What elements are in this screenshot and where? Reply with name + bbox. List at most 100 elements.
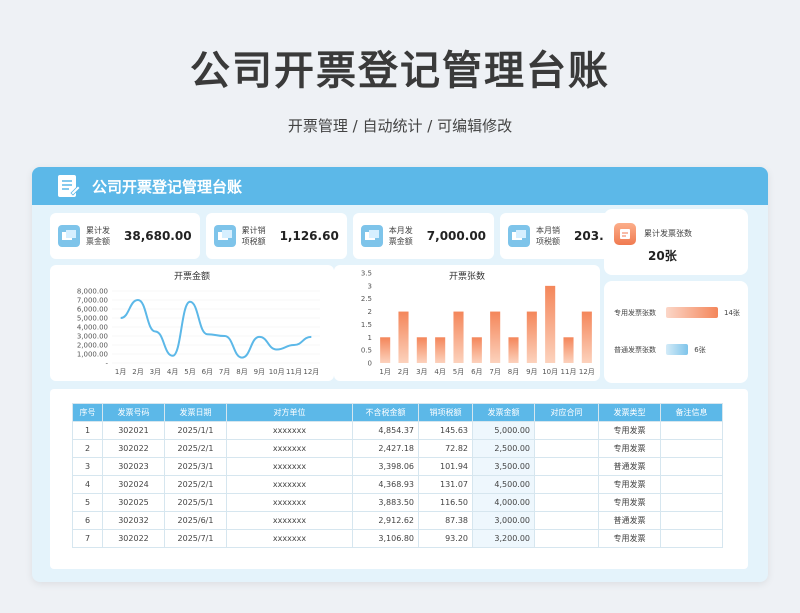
invoice-type-label: 普通发票张数: [614, 345, 656, 354]
table-cell[interactable]: 2025/5/1: [164, 493, 227, 512]
table-cell[interactable]: 2025/2/1: [164, 439, 227, 458]
table-cell[interactable]: xxxxxxx: [226, 511, 353, 530]
table-cell[interactable]: 3,398.06: [352, 457, 419, 476]
table-cell[interactable]: 302032: [102, 511, 165, 530]
table-cell[interactable]: 101.94: [418, 457, 473, 476]
table-cell[interactable]: [660, 475, 723, 494]
table-cell[interactable]: [660, 529, 723, 548]
table-cell[interactable]: [660, 421, 723, 440]
table-cell[interactable]: 2,500.00: [472, 439, 535, 458]
table-cell[interactable]: 131.07: [418, 475, 473, 494]
page-subtitle: 开票管理 / 自动统计 / 可编辑修改: [287, 117, 513, 135]
table-cell[interactable]: 普通发票: [598, 511, 661, 530]
table-cell[interactable]: 专用发票: [598, 529, 661, 548]
table-cell[interactable]: 2025/2/1: [164, 475, 227, 494]
column-header[interactable]: 销项税额: [418, 403, 473, 422]
table-cell[interactable]: xxxxxxx: [226, 421, 353, 440]
table-row[interactable]: 7 302022 2025/7/1 xxxxxxx 3,106.80 93.20 3,200…: [72, 529, 723, 548]
table-cell[interactable]: 专用发票: [598, 439, 661, 458]
column-header[interactable]: 对应合同: [534, 403, 599, 422]
column-header[interactable]: 备注信息: [660, 403, 723, 422]
column-header[interactable]: 不含税金额: [352, 403, 419, 422]
y-tick-label: 1.5: [361, 321, 372, 329]
table-cell[interactable]: 3: [72, 457, 103, 476]
y-tick-label: 7,000.00: [77, 297, 108, 305]
table-row[interactable]: 5 302025 2025/5/1 xxxxxxx 3,883.50 116.50 4,00…: [72, 493, 723, 512]
table-cell[interactable]: 2: [72, 439, 103, 458]
table-cell[interactable]: xxxxxxx: [226, 439, 353, 458]
count-bar-chart: 开票张数 0 0.5 1 1.5 2 2.5 3 3.5 1月 2月 3月 4月 5月 6月 7月 8月 9月 1…: [334, 265, 600, 381]
table-row[interactable]: 4 302024 2025/2/1 xxxxxxx 4,368.93 131.07 4,50…: [72, 475, 723, 494]
table-cell[interactable]: 5: [72, 493, 103, 512]
table-cell[interactable]: [660, 439, 723, 458]
table-row[interactable]: 1 302021 2025/1/1 xxxxxxx 4,854.37 145.63 5,00…: [72, 421, 723, 440]
table-cell[interactable]: 4,000.00: [472, 493, 535, 512]
table-cell[interactable]: 专用发票: [598, 421, 661, 440]
table-cell[interactable]: 3,500.00: [472, 457, 535, 476]
invoice-type-label: 专用发票张数: [614, 308, 656, 317]
table-cell[interactable]: [534, 475, 599, 494]
table-cell[interactable]: xxxxxxx: [226, 475, 353, 494]
invoice-type-bar: [666, 344, 689, 355]
column-header[interactable]: 发票号码: [102, 403, 165, 422]
table-cell[interactable]: 72.82: [418, 439, 473, 458]
ledger-panel: 公司开票登记管理台账 累计发票金额 38,680.00 累计销项税额 1,126…: [32, 167, 768, 582]
table-cell[interactable]: 302024: [102, 475, 165, 494]
table-cell[interactable]: 2,912.62: [352, 511, 419, 530]
table-cell[interactable]: 2025/6/1: [164, 511, 227, 530]
table-cell[interactable]: 116.50: [418, 493, 473, 512]
table-cell[interactable]: [534, 529, 599, 548]
table-cell[interactable]: [534, 439, 599, 458]
table-cell[interactable]: [534, 493, 599, 512]
table-cell[interactable]: 93.20: [418, 529, 473, 548]
x-tick-label: 2月: [398, 368, 409, 376]
table-cell[interactable]: 4: [72, 475, 103, 494]
table-cell[interactable]: 3,200.00: [472, 529, 535, 548]
table-cell[interactable]: 7: [72, 529, 103, 548]
table-cell[interactable]: 302022: [102, 529, 165, 548]
table-cell[interactable]: [534, 511, 599, 530]
table-cell[interactable]: 302025: [102, 493, 165, 512]
column-header[interactable]: 发票类型: [598, 403, 661, 422]
table-cell[interactable]: 2025/1/1: [164, 421, 227, 440]
table-cell[interactable]: 87.38: [418, 511, 473, 530]
panel-header: 公司开票登记管理台账: [32, 167, 768, 205]
ticket-icon: [213, 225, 236, 247]
table-row[interactable]: 6 302032 2025/6/1 xxxxxxx 2,912.62 87.38 3,000…: [72, 511, 723, 530]
table-cell[interactable]: 3,000.00: [472, 511, 535, 530]
table-cell[interactable]: 专用发票: [598, 475, 661, 494]
table-cell[interactable]: 145.63: [418, 421, 473, 440]
table-cell[interactable]: 302023: [102, 457, 165, 476]
table-cell[interactable]: 3,883.50: [352, 493, 419, 512]
table-row[interactable]: 3 302023 2025/3/1 xxxxxxx 3,398.06 101.94 3,50…: [72, 457, 723, 476]
table-row[interactable]: 2 302022 2025/2/1 xxxxxxx 2,427.18 72.82 2,500…: [72, 439, 723, 458]
table-cell[interactable]: 专用发票: [598, 493, 661, 512]
column-header[interactable]: 对方单位: [226, 403, 353, 422]
bar: [526, 311, 537, 363]
x-tick-label: 5月: [184, 368, 195, 376]
table-cell[interactable]: 5,000.00: [472, 421, 535, 440]
table-cell[interactable]: 2025/3/1: [164, 457, 227, 476]
table-cell[interactable]: 4,368.93: [352, 475, 419, 494]
table-cell[interactable]: [534, 421, 599, 440]
table-cell[interactable]: [660, 493, 723, 512]
table-cell[interactable]: [660, 457, 723, 476]
table-cell[interactable]: [534, 457, 599, 476]
column-header[interactable]: 序号: [72, 403, 103, 422]
table-cell[interactable]: 6: [72, 511, 103, 530]
table-cell[interactable]: 1: [72, 421, 103, 440]
table-cell[interactable]: 2,427.18: [352, 439, 419, 458]
table-cell[interactable]: 3,106.80: [352, 529, 419, 548]
table-cell[interactable]: xxxxxxx: [226, 457, 353, 476]
table-cell[interactable]: [660, 511, 723, 530]
table-cell[interactable]: 2025/7/1: [164, 529, 227, 548]
column-header[interactable]: 发票日期: [164, 403, 227, 422]
table-cell[interactable]: 302022: [102, 439, 165, 458]
table-cell[interactable]: 4,854.37: [352, 421, 419, 440]
column-header[interactable]: 发票金额: [472, 403, 535, 422]
table-cell[interactable]: 4,500.00: [472, 475, 535, 494]
table-cell[interactable]: 302021: [102, 421, 165, 440]
table-cell[interactable]: xxxxxxx: [226, 493, 353, 512]
table-cell[interactable]: 普通发票: [598, 457, 661, 476]
table-cell[interactable]: xxxxxxx: [226, 529, 353, 548]
